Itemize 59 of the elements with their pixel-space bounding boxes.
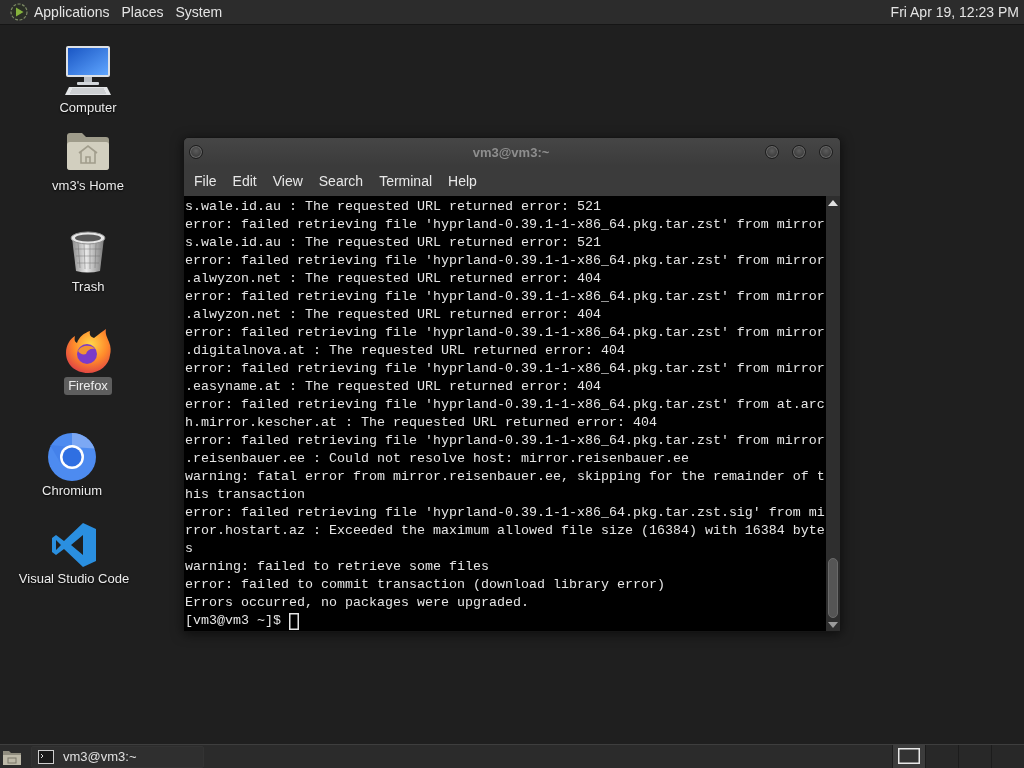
terminal-line: Errors occurred, no packages were upgraded. — [185, 594, 530, 612]
menu-item[interactable]: Terminal — [371, 170, 441, 192]
window-menu-button[interactable] — [189, 145, 203, 159]
panel-clock: Fri Apr 19, 12:23 PM — [890, 4, 1019, 20]
close-button[interactable] — [819, 145, 833, 159]
menu-item[interactable]: Help — [440, 170, 485, 192]
scroll-up-arrow-icon[interactable] — [828, 200, 838, 206]
terminal-line: warning: fatal error from mirror.reisenbauer.ee, skipping for the remainder of t — [185, 468, 826, 486]
panel-menu[interactable]: Applications — [6, 0, 116, 24]
panel-menu[interactable]: System — [169, 0, 229, 24]
play-logo-icon — [10, 3, 28, 21]
terminal-line: error: failed to commit transaction (download library error) — [185, 576, 666, 594]
terminal-line: .reisenbauer.ee : Could not resolve host: mirror.reisenbauer.ee — [185, 450, 690, 468]
terminal-line: s — [185, 540, 194, 558]
terminal-line: .easyname.at : The requested URL returned error: 404 — [185, 378, 602, 396]
ribbon-logo-icon[interactable] — [52, 523, 96, 567]
terminal-line: error: failed retrieving file 'hyprland-0.39.1-1-x86_64.pkg.tar.zst' from mirror — [185, 432, 826, 450]
menu-item[interactable]: Search — [310, 170, 372, 192]
panel-menu[interactable]: Places — [115, 0, 170, 24]
trash-icon[interactable] — [69, 231, 107, 273]
terminal-line: error: failed retrieving file 'hyprland-0.39.1-1-x86_64.pkg.tar.zst' from mirror — [185, 324, 826, 342]
terminal-line: error: failed retrieving file 'hyprland-0.39.1-1-x86_64.pkg.tar.zst.sig' from mi — [185, 504, 826, 522]
block-cursor-icon — [289, 612, 299, 630]
terminal-line: error: failed retrieving file 'hyprland-0.39.1-1-x86_64.pkg.tar.zst' from at.arc — [185, 396, 826, 414]
monitor-icon[interactable] — [64, 46, 112, 96]
terminal-icon — [38, 749, 54, 764]
desktop-icon-label[interactable]: Visual Studio Code — [14, 570, 134, 588]
menu-item[interactable]: Edit — [224, 170, 265, 192]
terminal-line: rror.hostart.az : Exceeded the maximum allowed file size (16384) with 16384 byte — [185, 522, 826, 540]
terminal-line: s.wale.id.au : The requested URL returned error: 521 — [185, 198, 602, 216]
terminal-line: error: failed retrieving file 'hyprland-0.39.1-1-x86_64.pkg.tar.zst' from mirror — [185, 360, 826, 378]
home-folder-icon[interactable] — [66, 131, 110, 171]
desktop-icon-label[interactable]: vm3's Home — [48, 177, 128, 195]
terminal-line: .alwyzon.net : The requested URL returned error: 404 — [185, 306, 602, 324]
desktop-icon-label[interactable]: Trash — [67, 278, 109, 296]
minimize-button[interactable] — [765, 145, 779, 159]
terminal-line: .digitalnova.at : The requested URL returned error: 404 — [185, 342, 626, 360]
terminal-line: .alwyzon.net : The requested URL returned error: 404 — [185, 270, 602, 288]
ring-logo-icon[interactable] — [48, 433, 96, 481]
desktop-icon-label[interactable]: Chromium — [38, 482, 106, 500]
terminal-line: error: failed retrieving file 'hyprland-0.39.1-1-x86_64.pkg.tar.zst' from mirror — [185, 288, 826, 306]
desktop-icon-label[interactable]: Firefox — [64, 377, 112, 395]
menu-item[interactable]: View — [264, 170, 311, 192]
menu-item[interactable]: File — [186, 170, 225, 192]
terminal-line: h.mirror.kescher.at : The requested URL returned error: 404 — [185, 414, 658, 432]
taskbar-window-button[interactable]: vm3@vm3:~ — [31, 745, 204, 768]
workspace-switcher[interactable] — [892, 745, 925, 768]
scroll-down-arrow-icon[interactable] — [828, 622, 838, 628]
shell-prompt: [vm3@vm3 ~]$ — [185, 612, 281, 630]
maximize-button[interactable] — [792, 145, 806, 159]
desktop-icon-label[interactable]: Computer — [55, 99, 121, 117]
scrollbar-thumb[interactable] — [828, 558, 838, 618]
window-title: vm3@vm3:~ — [472, 144, 550, 160]
terminal-line: error: failed retrieving file 'hyprland-0.39.1-1-x86_64.pkg.tar.zst' from mirror — [185, 216, 826, 234]
terminal-line: error: failed retrieving file 'hyprland-0.39.1-1-x86_64.pkg.tar.zst' from mirror — [185, 252, 826, 270]
terminal-line: his transaction — [185, 486, 306, 504]
flame-globe-icon[interactable] — [65, 329, 111, 373]
terminal-line: s.wale.id.au : The requested URL returned error: 521 — [185, 234, 602, 252]
terminal-line: warning: failed to retrieve some files — [185, 558, 490, 576]
